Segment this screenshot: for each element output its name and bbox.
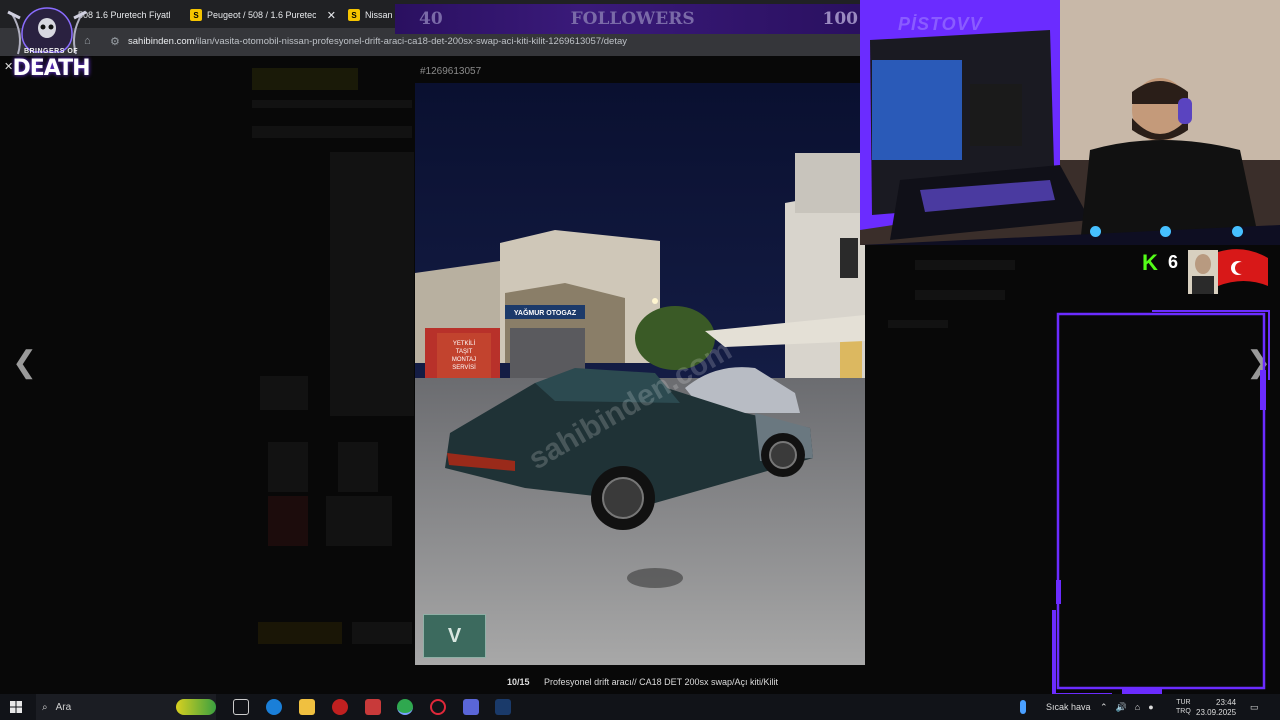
opera-icon[interactable] (430, 699, 446, 715)
webcam-feed (860, 0, 1280, 245)
microphone-icon[interactable]: ● (1148, 702, 1153, 712)
chevron-up-icon[interactable]: ⌃ (1100, 702, 1108, 713)
followers-goal-bar: 40 FOLLOWERS 100 (395, 4, 860, 34)
followers-label: FOLLOWERS (570, 9, 695, 29)
photo-counter: 10/15 (507, 677, 530, 687)
browser-tab[interactable]: S Peugeot / 508 / 1.6 Puretech / ( ✕ (190, 4, 336, 26)
kick-viewer-count: 6 (1168, 252, 1179, 272)
logo-line-2: DEATH (12, 56, 90, 81)
browser-tab-active[interactable]: S Nissan (348, 4, 398, 26)
tab-label: 508 1.6 Puretech Fiyatl (78, 10, 171, 20)
youtube-link[interactable] (1232, 226, 1243, 237)
instagram-link[interactable] (1160, 226, 1171, 237)
streamer-name: PİSTOVV (898, 14, 983, 34)
windows-start-icon[interactable] (10, 701, 22, 713)
speaker-icon[interactable]: 🔊 (1116, 702, 1127, 713)
bringers-of-death-logo: BRINGERS OF DEATH (4, 4, 91, 90)
service-sign-line1: YETKİLİ (453, 340, 476, 347)
webcam-image (860, 0, 1280, 245)
chat-frame (1052, 310, 1270, 695)
site-settings-icon[interactable]: ⚙ (110, 35, 120, 48)
file-explorer-icon[interactable] (299, 699, 315, 715)
followers-goal: 100 (822, 9, 859, 29)
instagram-icon (1160, 226, 1171, 237)
weather-widget[interactable]: Sıcak hava (1020, 694, 1091, 720)
logo-line-1: BRINGERS OF (23, 48, 79, 55)
followers-count: 40 (419, 9, 443, 29)
language-code: TUR (1176, 699, 1191, 706)
chrome-icon[interactable] (397, 699, 413, 715)
photo-caption: 10/15 Profesyonel drift aracı// CA18 DET… (507, 677, 778, 687)
clock-date: 23.09.2025 (1196, 708, 1237, 717)
twitter-link[interactable] (1090, 226, 1101, 237)
taskbar-clock[interactable]: 23:44 23.09.2025 (1196, 698, 1236, 718)
app-icon[interactable] (365, 699, 381, 715)
input-language[interactable]: TUR TRQ (1176, 694, 1191, 720)
listing-id: #1269613057 (420, 66, 482, 77)
screen: 508 1.6 Puretech Fiyatl ✕ S Peugeot / 50… (0, 0, 1280, 720)
listing-photo[interactable]: YAĞMUR OTOGAZ YETKİLİ TAŞIT MONTAJ SERVİ… (415, 83, 865, 665)
tab-label: Peugeot / 508 / 1.6 Puretech / ( (207, 10, 316, 20)
service-sign-line4: SERVİSİ (452, 364, 476, 371)
url-path: /ilan/vasita-otomobil-nissan-profesyonel… (194, 36, 627, 47)
search-icon: ⌕ (42, 701, 48, 713)
chevron-left-icon[interactable]: ❮ (12, 345, 37, 380)
youtube-icon (1232, 226, 1243, 237)
task-view-icon[interactable] (233, 699, 249, 715)
keyboard-layout: TRQ (1176, 708, 1191, 715)
car-photo: YAĞMUR OTOGAZ YETKİLİ TAŞIT MONTAJ SERVİ… (415, 83, 865, 665)
sahibinden-favicon-icon: S (348, 9, 360, 21)
close-icon[interactable]: ✕ (4, 60, 13, 73)
photo-thumbnail[interactable]: V (423, 614, 486, 658)
weather-text: Sıcak hava (1046, 702, 1091, 712)
close-icon[interactable]: ✕ (327, 9, 336, 22)
kick-logo-icon: K (1142, 250, 1158, 275)
tab-label: Nissan (365, 10, 393, 20)
portrait-flag-icon (1188, 249, 1268, 294)
obs-icon[interactable] (332, 699, 348, 715)
url-host: sahibinden.com (128, 36, 195, 47)
twitter-icon (1090, 226, 1101, 237)
thermometer-icon (1020, 700, 1026, 714)
steam-icon[interactable] (495, 699, 511, 715)
browser-tab[interactable]: 508 1.6 Puretech Fiyatl ✕ (78, 4, 178, 26)
notification-icon[interactable]: ▭ (1250, 694, 1259, 720)
network-icon[interactable]: ⌂ (1135, 702, 1140, 712)
edge-browser-icon[interactable] (266, 699, 282, 715)
system-tray[interactable]: ⌃ 🔊 ⌂ ● (1100, 694, 1154, 720)
windows-taskbar: ⌕ Ara Sıcak hava ⌃ 🔊 ⌂ ● TUR TRQ ▭ (0, 694, 1280, 720)
service-sign-line2: TAŞIT (456, 349, 473, 355)
clock-time: 23:44 (1216, 698, 1237, 707)
photo-caption-text: Profesyonel drift aracı// CA18 DET 200sx… (544, 677, 778, 687)
teams-icon[interactable] (463, 699, 479, 715)
dealer-sign-text: YAĞMUR OTOGAZ (514, 308, 577, 317)
search-placeholder: Ara (55, 701, 72, 713)
service-sign-line3: MONTAJ (452, 357, 476, 363)
search-highlight-icon[interactable] (176, 699, 216, 715)
url-field[interactable]: sahibinden.com/ilan/vasita-otomobil-niss… (128, 36, 627, 47)
sahibinden-favicon-icon: S (190, 9, 202, 21)
